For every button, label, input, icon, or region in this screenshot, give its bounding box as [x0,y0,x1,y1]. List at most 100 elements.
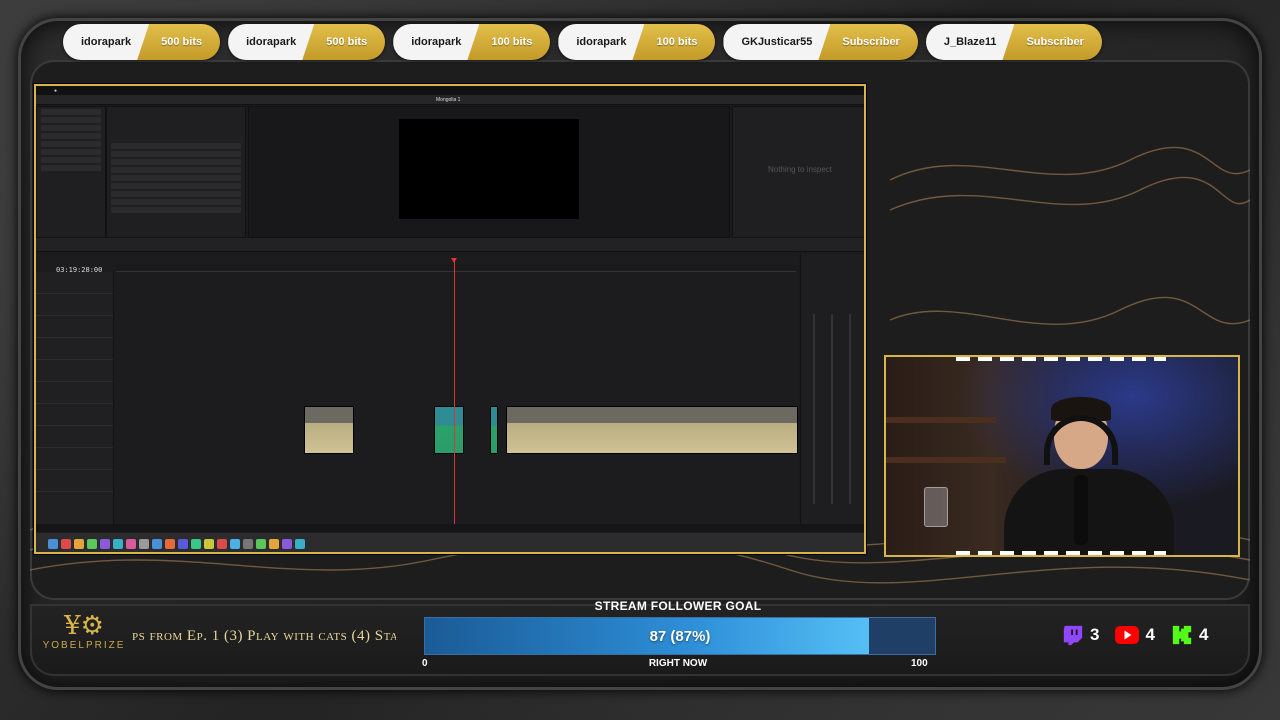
track-header [36,360,113,382]
dock-app-icon [139,538,149,549]
alert-user: GKJusticar55 [723,24,830,60]
inspector-panel: Nothing to inspect [732,106,864,238]
webcam-feed [884,355,1240,557]
edit-toolbar [36,238,864,252]
dock-app-icon [295,538,305,549]
shelf [886,417,996,423]
logo-mark-icon: ¥⚙ [64,611,104,641]
goal-min: 0 [422,658,428,669]
social-kick: 4 [1171,624,1208,646]
dock-app-icon [165,538,175,549]
goal-max: 100 [911,658,928,669]
media-bins-panel [36,106,106,238]
youtube-icon [1115,626,1140,644]
alert-item: idorapark 500 bits [63,24,221,60]
timeline-clip [490,406,498,454]
alert-user: idorapark [558,24,644,60]
audio-mixer [800,254,864,524]
social-twitch: 3 [1062,624,1099,646]
streamer-body [1004,469,1174,555]
inspector-message: Nothing to inspect [767,165,833,174]
dock-app-icon [87,538,97,549]
dock-app-icon [61,538,71,549]
alert-user: idorapark [63,24,149,60]
alert-item: idorapark 100 bits [393,24,551,60]
alert-amount: 100 bits [467,24,551,60]
alert-user: idorapark [393,24,479,60]
fader [831,314,833,504]
dock-app-icon [282,538,292,549]
webcam-border-dash [956,551,1166,555]
alert-amount: 500 bits [137,24,221,60]
viewer-screen [399,119,579,219]
alert-item: idorapark 100 bits [558,24,716,60]
fader [813,314,815,504]
mac-menubar: ● [36,86,864,95]
brand-logo: ¥⚙ YOBELPRIZE [34,612,134,662]
alert-item: idorapark 500 bits [228,24,386,60]
track-header [36,316,113,338]
track-header [36,382,113,404]
goal-progress-bar: 87 (87%) [424,617,936,655]
alert-amount: Subscriber [818,24,918,60]
track-header [36,272,113,294]
dock-app-icon [74,538,84,549]
alert-amount: 100 bits [632,24,716,60]
project-title: Mongolia 1 [436,96,461,103]
twitch-count: 3 [1090,625,1100,644]
youtube-count: 4 [1145,625,1155,644]
track-header [36,404,113,426]
dock-app-icon [191,538,201,549]
editor-toolbar: Mongolia 1 [36,95,864,105]
dock-app-icon [126,538,136,549]
track-header [36,470,113,492]
dock-app-icon [243,538,253,549]
glass [924,487,948,527]
alert-user: J_Blaze11 [926,24,1015,60]
kick-count: 4 [1198,625,1209,644]
apple-icon: ● [54,87,58,94]
dock-app-icon [48,538,58,549]
goal-value: 87 (87%) [649,627,711,645]
alert-item: J_Blaze11 Subscriber [926,24,1102,60]
fader [849,314,851,504]
dock-app-icon [204,538,214,549]
track-header [36,338,113,360]
track-headers [36,272,114,524]
track-header [36,426,113,448]
track-header [36,294,113,316]
screen-capture-editor: ● Mongolia 1 Nothing to inspect 03:19:28… [34,84,866,554]
dock-app-icon [178,538,188,549]
microphone [1074,475,1088,545]
dock-app-icon [230,538,240,549]
media-pool-list [106,106,246,238]
goal-subtitle: RIGHT NOW [648,658,708,669]
alert-item: GKJusticar55 Subscriber [723,24,918,60]
goal-title: STREAM FOLLOWER GOAL [594,599,762,613]
timeline: 03:19:28:00 [36,254,798,524]
logo-name: YOBELPRIZE [42,640,126,651]
info-ticker: ps from Ep. 1 (3) Play with cats (4) Sta [132,628,396,644]
alert-user: idorapark [228,24,314,60]
track-header [36,448,113,470]
timeline-clip [434,406,464,454]
dock-app-icon [152,538,162,549]
mac-dock [36,533,864,552]
playhead [451,258,457,524]
source-viewer [248,106,730,238]
dock-app-icon [256,538,266,549]
timeline-clip [304,406,354,454]
alert-amount: Subscriber [1002,24,1102,60]
alert-amount: 500 bits [302,24,386,60]
recent-alerts: idorapark 500 bits idorapark 500 bits id… [63,24,1102,60]
social-counts: 3 4 4 [1062,622,1208,648]
webcam-border-dash [956,357,1166,361]
dock-app-icon [269,538,279,549]
shelf [886,457,1006,463]
social-youtube: 4 [1115,625,1155,645]
dock-app-icon [100,538,110,549]
timeline-clip [506,406,798,454]
dock-app-icon [217,538,227,549]
editor-status-bar [36,524,864,532]
kick-icon [1172,625,1192,645]
